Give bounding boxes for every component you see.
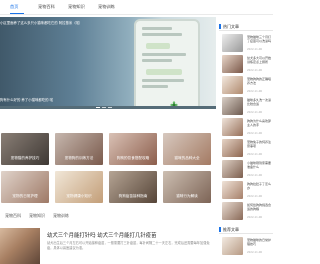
- grid-card[interactable]: 猫咪的品种大全: [163, 133, 211, 165]
- section-marker: [219, 24, 221, 29]
- grid-card[interactable]: 狗狗的饮食搭配攻略: [109, 133, 157, 165]
- sidebar-item-date: 2022-11-06: [247, 174, 263, 177]
- grid-card-caption: 猫咪行为解读: [176, 194, 198, 198]
- grid-card[interactable]: 宠物狗的训练方法: [55, 133, 103, 165]
- page: 首页 宠物百科 宠物知识 宠物训练 小区里面养了这么多只小猫咪都吃它的 阿拉基米…: [0, 0, 273, 264]
- tab-pet-encyclopedia[interactable]: 宠物百科: [5, 213, 21, 219]
- sidebar-item-date: 2022-11-06: [247, 132, 263, 135]
- sidebar-item-title[interactable]: 宠物猫咪的日常护理技巧: [247, 238, 273, 246]
- sidebar-item[interactable]: 狗狗为什么喜欢舔主人的手 2022-11-06: [219, 118, 273, 138]
- grid-card-caption: 狗狗疫苗接种指南: [118, 194, 148, 198]
- sidebar-item-title[interactable]: 狗狗为什么喜欢舔主人的手: [247, 119, 273, 127]
- sidebar-item-date: 2022-11-06: [247, 48, 263, 51]
- slider-pagination: [0, 106, 216, 109]
- sidebar-item[interactable]: 狗狗拉肚子了怎么办 2022-11-06: [219, 181, 273, 201]
- grid-card-caption: 猫咪的品种大全: [174, 156, 200, 160]
- grid-card-caption: 狗狗的饮食搭配攻略: [116, 156, 150, 160]
- sidebar-item-date: 2022-11-06: [247, 216, 263, 219]
- sidebar-item-date: 2022-11-06: [247, 69, 263, 72]
- sidebar-item[interactable]: 宠物兔子的饲养注意事项 2022-11-06: [219, 139, 273, 159]
- section-marker: [219, 227, 221, 232]
- grid-card[interactable]: 狗狗疫苗接种指南: [109, 171, 157, 203]
- article-thumbnail[interactable]: [0, 228, 40, 264]
- slide-caption-top: 小区里面养了这么多只小猫咪都吃它的 阿拉基米（啦）: [0, 21, 83, 25]
- sidebar-item-date: 2022-11-06: [247, 195, 263, 198]
- sidebar-recommend-item[interactable]: 宠物猫咪的日常护理技巧 2022-11-06: [219, 237, 273, 257]
- sidebar-item-title[interactable]: 如何给狗狗挑选合适的狗粮: [247, 203, 273, 211]
- sidebar-item-title[interactable]: 小猫咪刚到家需要准备什么: [247, 161, 273, 169]
- sidebar-hot-header: 热门文章: [219, 21, 273, 31]
- sidebar-item[interactable]: 宠物狗狗的正确喂养方法 2022-11-06: [219, 76, 273, 96]
- sidebar-item-date: 2022-11-06: [247, 153, 263, 156]
- tab-pet-training[interactable]: 宠物训练: [53, 213, 69, 219]
- sidebar-item-date: 2022-11-06: [247, 111, 263, 114]
- sidebar-item[interactable]: 幼犬多大可以开始训练定点上厕所 2022-11-06: [219, 55, 273, 75]
- sidebar-item-title[interactable]: 宠物猫咪三个月打了疫苗可以洗澡吗: [247, 35, 273, 43]
- grid-card-caption: 宠物的日常护理: [12, 194, 38, 198]
- nav-item-pet-knowledge[interactable]: 宠物知识: [68, 4, 85, 10]
- grid-card-caption: 宠物狗的训练方法: [64, 156, 94, 160]
- grid-card-caption: 宠物健康小知识: [66, 194, 92, 198]
- slide-caption-bottom: 狗有什么好的 养了小猫咪都吃的 啦: [0, 98, 54, 102]
- article-summary: 幼犬出生后三个月左右可以开始接种疫苗，一般需要打三针疫苗，每针间隔二十一天左右，…: [47, 241, 210, 250]
- sidebar-item[interactable]: 小猫咪刚到家需要准备什么 2022-11-06: [219, 160, 273, 180]
- slider-dot-active[interactable]: [96, 107, 100, 108]
- nav-item-home[interactable]: 首页: [10, 4, 18, 10]
- slider-dot[interactable]: [108, 107, 112, 108]
- grid-card[interactable]: 猫咪行为解读: [163, 171, 211, 203]
- grid-card-caption: 宠物猫的养护技巧: [10, 156, 40, 160]
- sidebar-hot-title: 热门文章: [223, 24, 239, 29]
- grid-card[interactable]: 宠物健康小知识: [55, 171, 103, 203]
- tab-pet-knowledge[interactable]: 宠物知识: [29, 213, 45, 219]
- sidebar-item-title[interactable]: 幼犬多大可以开始训练定点上厕所: [247, 56, 273, 64]
- grid-card[interactable]: 宠物的日常护理: [1, 171, 49, 203]
- sidebar-item-title[interactable]: 宠物兔子的饲养注意事项: [247, 140, 273, 148]
- top-nav: 首页 宠物百科 宠物知识 宠物训练: [0, 0, 273, 15]
- sidebar-recommend-title: 推荐文章: [223, 227, 239, 232]
- banner-slider[interactable]: 小区里面养了这么多只小猫咪都吃它的 阿拉基米（啦） 狗有什么好的 养了小猫咪都吃…: [0, 17, 216, 109]
- sidebar-item-date: 2022-11-06: [247, 251, 263, 254]
- nav-active-indicator: [10, 13, 24, 14]
- sidebar-item-title[interactable]: 宠物狗狗的正确喂养方法: [247, 77, 273, 85]
- slider-dot[interactable]: [102, 107, 106, 108]
- sidebar-item-date: 2022-11-06: [247, 90, 263, 93]
- article-item[interactable]: 幼犬三个月能打针吗 幼犬三个月能打几针疫苗 幼犬出生后三个月左右可以开始接种疫苗…: [0, 224, 216, 264]
- article-title[interactable]: 幼犬三个月能打针吗 幼犬三个月能打几针疫苗: [47, 231, 157, 239]
- nav-item-pet-training[interactable]: 宠物训练: [98, 4, 115, 10]
- sidebar-recommend-header: 推荐文章: [219, 224, 273, 234]
- grid-card[interactable]: 宠物猫的养护技巧: [1, 133, 49, 165]
- sidebar-item-title[interactable]: 猫咪多久洗一次澡比较合适: [247, 98, 273, 106]
- nav-item-pet-encyclopedia[interactable]: 宠物百科: [38, 4, 55, 10]
- sidebar-item-title[interactable]: 狗狗拉肚子了怎么办: [247, 182, 273, 190]
- sidebar-item[interactable]: 猫咪多久洗一次澡比较合适 2022-11-06: [219, 97, 273, 117]
- sidebar-item[interactable]: 宠物猫咪三个月打了疫苗可以洗澡吗 2022-11-06: [219, 34, 273, 54]
- sidebar-item[interactable]: 如何给狗狗挑选合适的狗粮 2022-11-06: [219, 202, 273, 222]
- phone-screenshot: [134, 19, 200, 109]
